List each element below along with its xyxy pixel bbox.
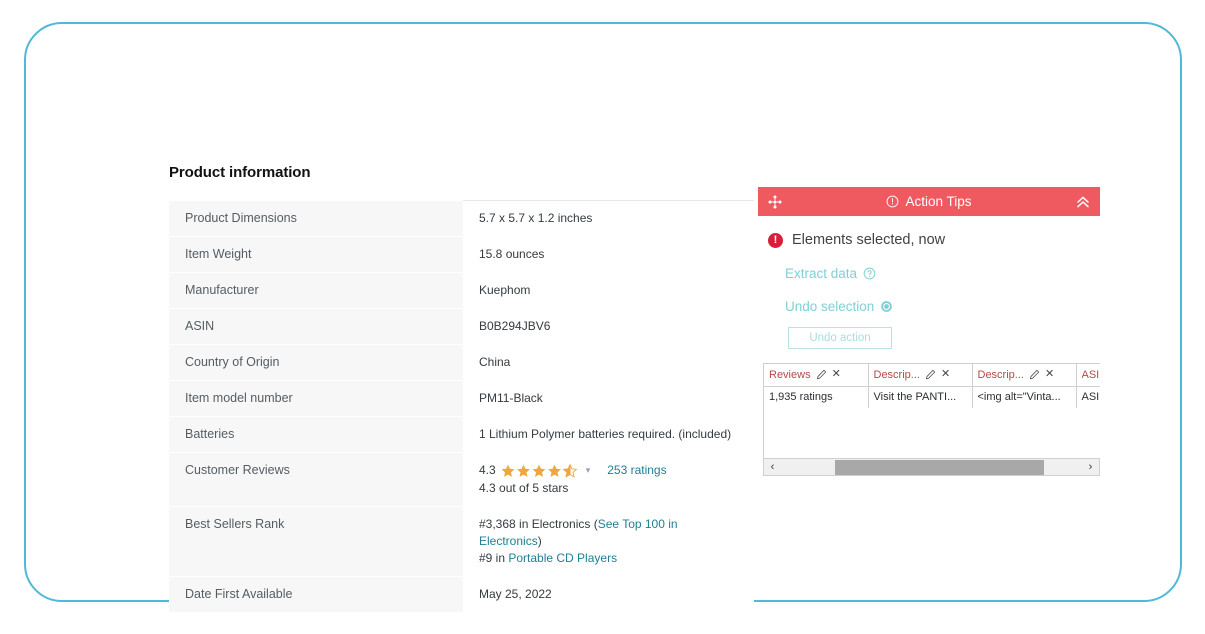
row-label: Batteries bbox=[169, 416, 463, 453]
product-information-section: Product information Product Dimensions 5… bbox=[169, 164, 754, 613]
row-value: PM11-Black bbox=[463, 380, 754, 417]
row-value-reviews: 4.3 ▾ 253 ratings 4.3 out of 5 stars bbox=[463, 452, 754, 507]
move-handle-icon[interactable] bbox=[767, 194, 783, 210]
table-row: Item Weight 15.8 ounces bbox=[169, 236, 754, 273]
row-label: Item model number bbox=[169, 380, 463, 417]
status-message: ! Elements selected, now bbox=[758, 228, 1100, 248]
close-icon[interactable]: ✕ bbox=[832, 369, 841, 380]
row-label: Best Sellers Rank bbox=[169, 506, 463, 577]
scroll-left-arrow[interactable]: ‹ bbox=[764, 460, 781, 475]
bsr-line-1: #3,368 in Electronics (See Top 100 in El… bbox=[479, 516, 742, 550]
undo-selection-label: Undo selection bbox=[785, 299, 875, 314]
action-tips-title-group: Action Tips bbox=[758, 194, 1100, 209]
row-label: Country of Origin bbox=[169, 344, 463, 381]
column-label: ASIN bbox=[1081, 368, 1101, 381]
bsr-line-2: #9 in Portable CD Players bbox=[479, 550, 742, 567]
browser-frame: Product information Product Dimensions 5… bbox=[24, 22, 1182, 613]
preview-cell[interactable]: <img alt="Vinta... bbox=[972, 386, 1077, 408]
preview-cell[interactable]: Visit the PANTI... bbox=[868, 386, 973, 408]
preview-horizontal-scrollbar[interactable]: ‹ › bbox=[763, 459, 1100, 476]
preview-table: Reviews ✕ Descrip... ✕ Descrip... ✕ ASI … bbox=[764, 364, 1100, 408]
alert-circle-icon: ! bbox=[768, 232, 783, 248]
row-value: 5.7 x 5.7 x 1.2 inches bbox=[463, 200, 754, 237]
close-icon[interactable]: ✕ bbox=[941, 369, 950, 380]
table-row: Manufacturer Kuephom bbox=[169, 272, 754, 309]
rating-out-of-text: 4.3 out of 5 stars bbox=[479, 481, 569, 495]
rating-score: 4.3 bbox=[479, 463, 496, 477]
scroll-right-arrow[interactable]: › bbox=[1082, 460, 1099, 475]
extracted-data-preview: Reviews ✕ Descrip... ✕ Descrip... ✕ ASI … bbox=[763, 363, 1100, 459]
double-chevron-up-icon[interactable] bbox=[1075, 194, 1091, 210]
row-label: Customer Reviews bbox=[169, 452, 463, 507]
undo-selection-link[interactable]: Undo selection bbox=[758, 299, 1100, 314]
table-row: Product Dimensions 5.7 x 5.7 x 1.2 inche… bbox=[169, 200, 754, 237]
close-icon[interactable]: ✕ bbox=[1045, 369, 1054, 380]
row-label: Manufacturer bbox=[169, 272, 463, 309]
table-row: ASIN B0B294JBV6 bbox=[169, 308, 754, 345]
row-value: China bbox=[463, 344, 754, 381]
help-circle-icon[interactable] bbox=[863, 267, 876, 280]
row-value: B0B294JBV6 bbox=[463, 308, 754, 345]
table-row: Batteries 1 Lithium Polymer batteries re… bbox=[169, 416, 754, 453]
undo-action-button[interactable]: Undo action bbox=[788, 327, 892, 349]
extract-data-link[interactable]: Extract data bbox=[758, 266, 1100, 281]
row-value: 1 Lithium Polymer batteries required. (i… bbox=[463, 416, 754, 453]
preview-header-row: Reviews ✕ Descrip... ✕ Descrip... ✕ ASI bbox=[764, 364, 1101, 387]
preview-cell[interactable]: 1,935 ratings bbox=[764, 386, 869, 408]
preview-column-reviews[interactable]: Reviews ✕ bbox=[764, 364, 869, 387]
action-tips-body: ! Elements selected, now Extract data Un… bbox=[758, 216, 1100, 476]
star-rating-icon[interactable] bbox=[501, 463, 579, 478]
chevron-down-icon[interactable]: ▾ bbox=[586, 466, 591, 475]
pencil-icon[interactable] bbox=[1029, 369, 1040, 380]
info-circle-icon bbox=[887, 195, 899, 208]
rating-line: 4.3 ▾ 253 ratings bbox=[479, 462, 742, 479]
table-row: Date First Available May 25, 2022 bbox=[169, 576, 754, 613]
status-text: Elements selected, now bbox=[792, 232, 946, 248]
column-label: Reviews bbox=[769, 368, 811, 381]
preview-column-description-1[interactable]: Descrip... ✕ bbox=[868, 364, 973, 387]
action-tips-title: Action Tips bbox=[905, 194, 972, 209]
bsr-rank-2-prefix: #9 in bbox=[479, 551, 509, 565]
preview-column-description-2[interactable]: Descrip... ✕ bbox=[972, 364, 1077, 387]
row-value: 15.8 ounces bbox=[463, 236, 754, 273]
product-information-table: Product Dimensions 5.7 x 5.7 x 1.2 inche… bbox=[169, 200, 754, 613]
table-row: Country of Origin China bbox=[169, 344, 754, 381]
bsr-rank-1-prefix: #3,368 in Electronics ( bbox=[479, 517, 598, 531]
row-value-best-sellers: #3,368 in Electronics (See Top 100 in El… bbox=[463, 506, 754, 577]
extract-data-label: Extract data bbox=[785, 266, 858, 281]
preview-cell[interactable]: ASIN:B081 bbox=[1076, 386, 1100, 408]
preview-column-asin[interactable]: ASIN ✕ bbox=[1076, 364, 1101, 387]
column-label: Descrip... bbox=[977, 368, 1024, 381]
target-circle-icon[interactable] bbox=[880, 300, 893, 313]
row-label: ASIN bbox=[169, 308, 463, 345]
pencil-icon[interactable] bbox=[816, 369, 827, 380]
preview-empty-area bbox=[764, 408, 1100, 458]
action-tips-panel: Action Tips ! Elements selected, now Ext… bbox=[758, 187, 1100, 476]
bsr-rank-1-suffix: ) bbox=[537, 534, 542, 548]
action-tips-header[interactable]: Action Tips bbox=[758, 187, 1100, 216]
scrollbar-thumb[interactable] bbox=[835, 459, 1044, 475]
table-row-best-sellers-rank: Best Sellers Rank #3,368 in Electronics … bbox=[169, 506, 754, 577]
scrollbar-track[interactable] bbox=[781, 459, 1082, 475]
page-title: Product information bbox=[169, 164, 311, 181]
table-row-customer-reviews: Customer Reviews 4.3 ▾ 253 ratings 4.3 o… bbox=[169, 452, 754, 507]
preview-data-row: 1,935 ratings Visit the PANTI... <img al… bbox=[764, 386, 1100, 408]
row-value: May 25, 2022 bbox=[463, 576, 754, 613]
ratings-count-link[interactable]: 253 ratings bbox=[607, 462, 666, 479]
pencil-icon[interactable] bbox=[925, 369, 936, 380]
table-row: Item model number PM11-Black bbox=[169, 380, 754, 417]
row-label: Date First Available bbox=[169, 576, 463, 613]
portable-cd-players-link[interactable]: Portable CD Players bbox=[508, 551, 617, 565]
row-label: Product Dimensions bbox=[169, 200, 463, 237]
row-value: Kuephom bbox=[463, 272, 754, 309]
row-label: Item Weight bbox=[169, 236, 463, 273]
column-label: Descrip... bbox=[873, 368, 920, 381]
screenshot-root: Product information Product Dimensions 5… bbox=[0, 0, 1205, 634]
